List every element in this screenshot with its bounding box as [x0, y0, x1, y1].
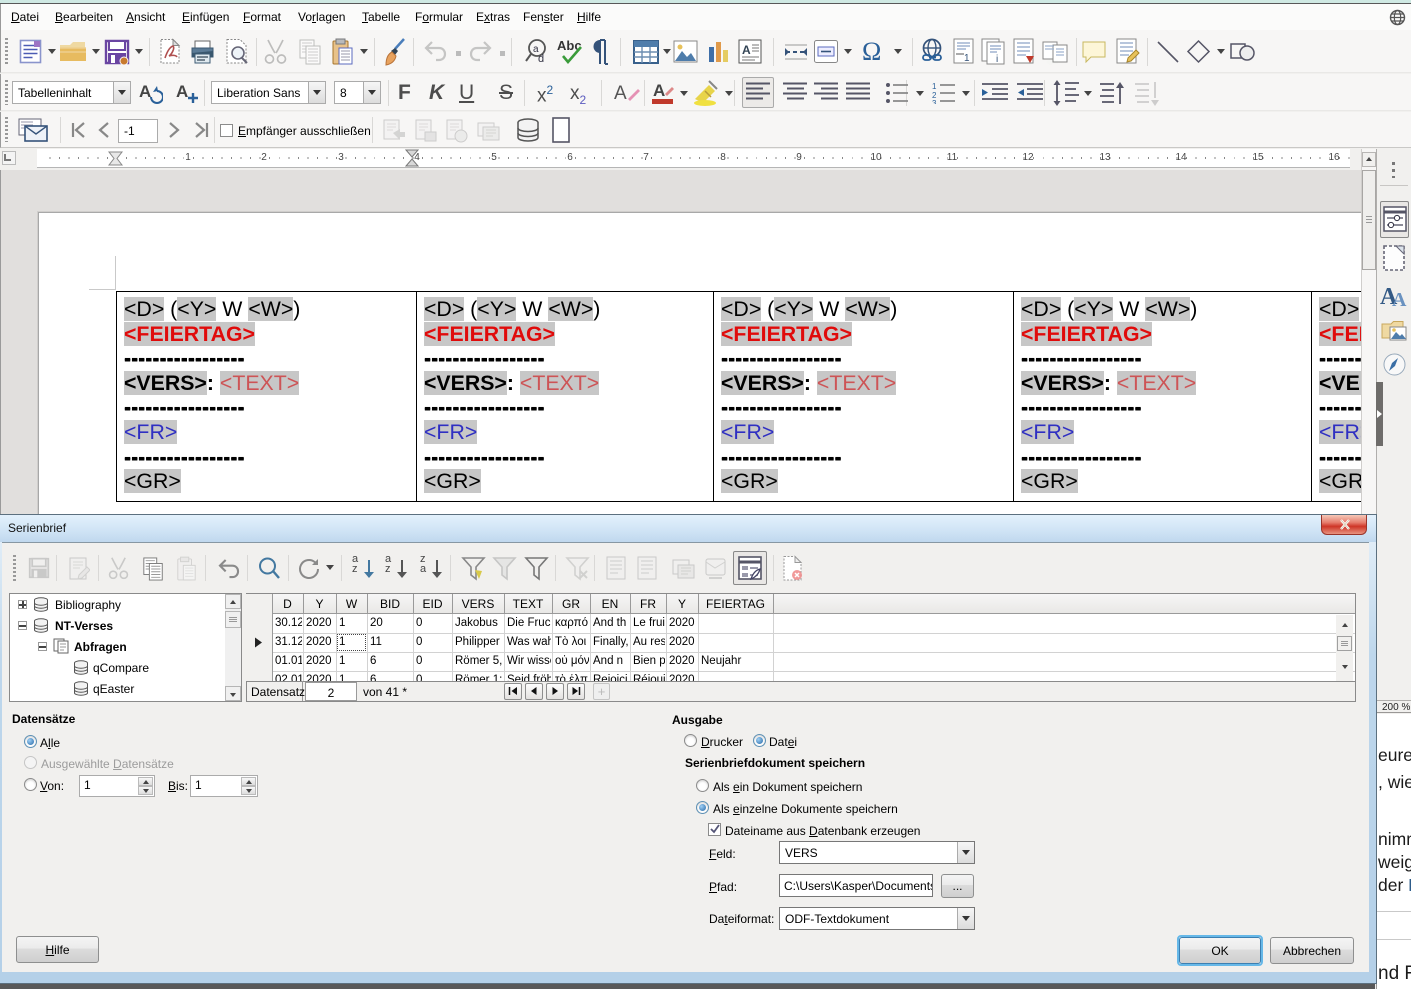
svg-text:A: A: [653, 81, 665, 100]
svg-text:A: A: [614, 83, 627, 104]
svg-text:A: A: [139, 82, 151, 101]
svg-text:Ω: Ω: [862, 38, 881, 65]
svg-text:A: A: [1392, 289, 1407, 308]
svg-text:A: A: [742, 43, 751, 57]
svg-text:1: 1: [964, 53, 970, 64]
svg-text:3: 3: [932, 99, 937, 104]
svg-text:1: 1: [932, 82, 937, 91]
svg-text:A: A: [176, 82, 188, 101]
svg-text:i: i: [996, 54, 998, 65]
svg-text:d: d: [538, 53, 544, 65]
